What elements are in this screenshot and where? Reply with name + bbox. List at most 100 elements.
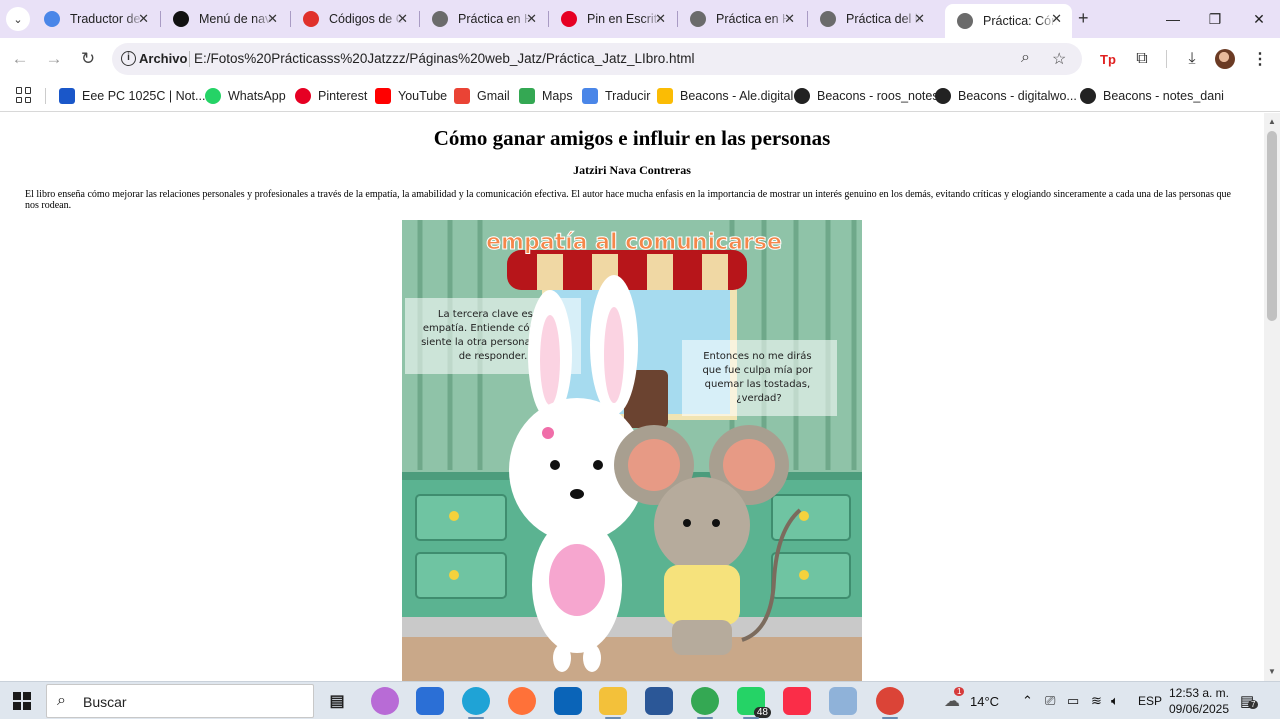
asus-icon [59,88,75,104]
bookmark-item[interactable]: Traducir [582,86,650,106]
forward-button[interactable]: → [42,47,66,71]
pinterest-icon [561,11,577,27]
firefox-icon[interactable] [508,687,536,715]
bookmark-item[interactable]: WhatsApp [205,86,286,106]
bookmark-label: Beacons - digitalwo... [958,89,1077,103]
tab-6[interactable]: Práctica del libro✕ [808,4,935,34]
close-tab-icon[interactable]: ✕ [655,11,666,27]
search-icon: ⌕ [57,692,66,709]
summary-paragraph: El libro enseña cómo mejorar las relacio… [25,189,1231,211]
beacons-icon [1080,88,1096,104]
comic-illustration: empatía al comunicarse La tercera clave … [402,220,862,681]
notifications-icon[interactable]: ▤ 7 [1240,682,1259,719]
bookmark-item[interactable]: Beacons - digitalwo... [935,86,1077,106]
microsoft-store-icon[interactable] [416,687,444,715]
clock[interactable]: 12:53 a. m. 09/06/2025 [1168,685,1230,717]
close-tab-icon[interactable]: ✕ [1051,11,1062,27]
edge-icon[interactable] [462,687,490,719]
tab-title: Traductor de Google [70,12,144,26]
profile-avatar[interactable] [1215,49,1235,69]
menu-kebab-icon[interactable]: ⋮ [1248,47,1272,71]
tab-search-button[interactable]: ⌄ [6,7,30,31]
bookmark-label: Gmail [477,89,510,103]
close-icon: ✕ [1253,10,1265,27]
page-scrollbar[interactable]: ▲ ▼ [1264,113,1280,681]
close-tab-icon[interactable]: ✕ [397,11,408,27]
weather-widget[interactable]: ☁ 1 14°C [944,682,999,719]
tab-0[interactable]: Traductor de Google✕ [32,4,159,34]
tab-4[interactable]: Pin en Escritorio✕ [549,4,676,34]
windows-start-icon[interactable] [13,692,31,710]
scroll-down-icon[interactable]: ▼ [1264,665,1280,679]
bookmark-label: Beacons - Ale.digital [680,89,794,103]
chrome-icon[interactable] [691,687,719,719]
chrome-profile-icon[interactable] [876,687,904,719]
scrollbar-thumb[interactable] [1267,131,1277,321]
bookmark-item[interactable]: Beacons - notes_dani [1080,86,1224,106]
meet-now-icon[interactable]: ⎚ [1045,682,1055,719]
maps-icon [519,88,535,104]
photos-icon[interactable] [829,687,857,715]
clock-date: 09/06/2025 [1168,702,1230,716]
tab-5[interactable]: Práctica en HTML✕ [678,4,805,34]
close-window-button[interactable]: ✕ [1236,6,1280,32]
zoom-icon[interactable]: ⌕ [1021,49,1030,67]
task-view-icon[interactable]: ▤ [323,687,351,715]
volume-icon[interactable]: 🔈︎ [1111,682,1119,719]
close-tab-icon[interactable]: ✕ [267,11,278,27]
tab-title: Práctica del libro [846,12,920,26]
bookmark-item[interactable]: Pinterest [295,86,367,106]
file-explorer-icon[interactable] [599,687,627,719]
tab-title: Práctica en HTML [458,12,532,26]
bookmark-item[interactable]: Eee PC 1025C | Not... [59,86,205,106]
tab-1[interactable]: Menú de navegación✕ [161,4,288,34]
outlook-icon[interactable] [554,687,582,715]
bookmark-label: Beacons - notes_dani [1103,89,1224,103]
tab-3[interactable]: Práctica en HTML✕ [420,4,547,34]
taskbar-search[interactable]: ⌕ Buscar [46,684,314,718]
wifi-icon[interactable]: ≋ [1091,682,1102,719]
restore-button[interactable]: ❐ [1192,6,1238,32]
close-tab-icon[interactable]: ✕ [138,11,149,27]
bookmark-item[interactable]: YouTube [375,86,447,106]
plus-icon: + [1078,8,1089,28]
word-icon[interactable] [645,687,673,715]
close-tab-icon[interactable]: ✕ [784,11,795,27]
apps-grid-icon[interactable] [16,87,32,103]
weather-icon: ☁ 1 [944,687,965,711]
reload-button[interactable]: ↻ [76,47,100,71]
bookmark-item[interactable]: Beacons - Ale.digital [657,86,793,106]
extensions-puzzle-icon[interactable]: ⧉ [1130,47,1154,71]
download-icon[interactable]: ⤓ [1180,47,1204,71]
tab-2[interactable]: Códigos de Colores✕ [291,4,418,34]
address-bar[interactable]: i Archivo E:/Fotos%20Prácticasss%20Jatzz… [112,43,1082,75]
bookmark-item[interactable]: Maps [519,86,573,106]
author-name: Jatziri Nava Contreras [573,163,691,177]
scroll-up-icon[interactable]: ▲ [1264,115,1280,129]
close-tab-icon[interactable]: ✕ [914,11,925,27]
whatsapp-icon[interactable]: 48 [737,687,771,719]
new-tab-button[interactable]: + [1078,8,1089,29]
back-button[interactable]: ← [8,47,32,71]
bookmark-label: Traducir [605,89,651,103]
battery-icon[interactable]: ▭ [1067,682,1079,719]
language-indicator[interactable]: ESP [1138,682,1162,719]
tab-strip: ⌄ Traductor de Google✕Menú de navegación… [0,0,1280,38]
bookmark-item[interactable]: Gmail [454,86,510,106]
tab-7[interactable]: Práctica: Cómo ganar✕ [945,4,1072,38]
itunes-icon[interactable] [783,687,811,715]
extension-tp-icon[interactable]: Tp [1096,47,1120,71]
copilot-icon[interactable] [371,687,399,715]
info-icon[interactable]: i [121,51,136,66]
bookmark-label: WhatsApp [228,89,286,103]
bookmark-item[interactable]: Beacons - roos_notes [794,86,939,106]
google-translate-icon [582,88,598,104]
tray-overflow-icon[interactable]: ⌃ [1022,682,1033,719]
minimize-button[interactable]: — [1150,6,1196,32]
url-text[interactable]: E:/Fotos%20Prácticasss%20Jatzzz/Páginas%… [194,51,695,66]
browser-toolbar: ← → ↻ i Archivo E:/Fotos%20Prácticasss%2… [0,38,1280,80]
site-chip[interactable]: Archivo [139,51,187,66]
close-tab-icon[interactable]: ✕ [526,11,537,27]
bookmark-label: Maps [542,89,573,103]
bookmark-star-icon[interactable]: ☆ [1052,49,1066,69]
